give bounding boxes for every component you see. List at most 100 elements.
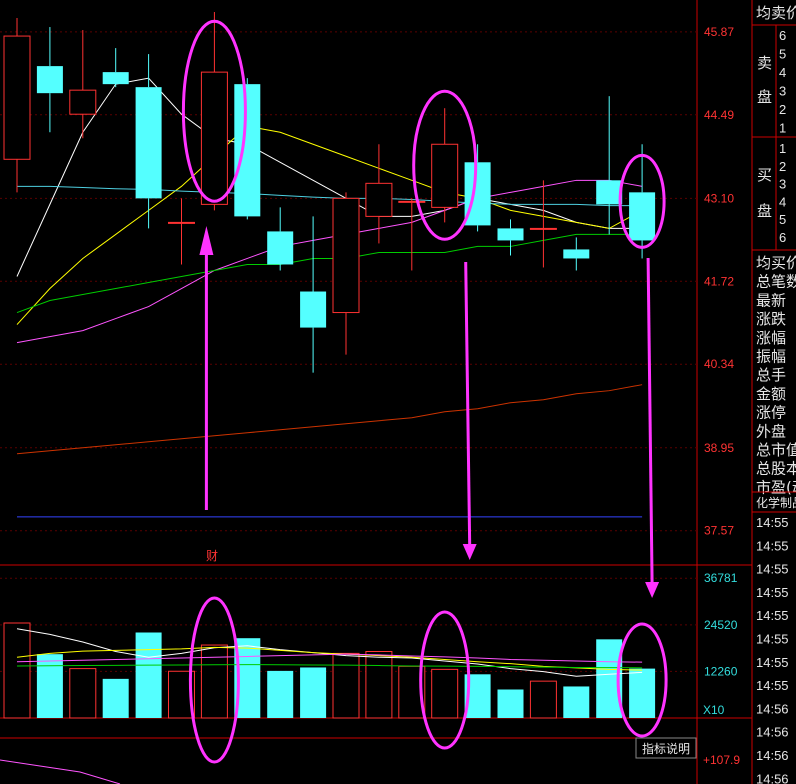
- buy-level: 5: [779, 212, 786, 227]
- volume-unit-label: X10: [703, 703, 725, 717]
- volume-ma-line-vma20: [16, 653, 643, 663]
- candle-body-down: [102, 72, 129, 85]
- tick-time: 14:56: [756, 748, 789, 763]
- candle: [596, 96, 623, 235]
- candle: [102, 48, 129, 88]
- sell-level: 6: [779, 28, 786, 43]
- volume-bar-down: [563, 686, 590, 718]
- candle-body-up: [69, 89, 97, 115]
- stat-label: 总市值: [756, 441, 796, 459]
- up-arrow-head: [199, 226, 214, 255]
- ma-line-ma5: [16, 77, 643, 277]
- volume-bar-down: [629, 668, 656, 718]
- down-arrow-shaft: [646, 257, 654, 585]
- candle-body-down: [596, 180, 623, 205]
- candle: [69, 30, 97, 139]
- ma-line-ma60: [16, 384, 643, 455]
- price-tick-label: 40.34: [704, 357, 734, 371]
- tick-time: 14:56: [756, 725, 789, 740]
- price-y-ticks: 45.87 44.49 43.10 41.72 40.34 38.95 37.57: [704, 25, 734, 538]
- candle: [464, 144, 491, 232]
- candle: [3, 18, 31, 193]
- candle: [200, 12, 228, 211]
- price-tick-label: 38.95: [704, 441, 734, 455]
- buy-level: 4: [779, 194, 786, 209]
- volume-bar-down: [300, 667, 327, 718]
- stat-label: 涨停: [756, 404, 786, 422]
- candle-body-down: [563, 249, 590, 259]
- volume-bar-up: [69, 668, 97, 719]
- industry-label: 化学制品: [756, 495, 796, 510]
- tick-time: 14:55: [756, 632, 789, 647]
- candle: [36, 27, 63, 133]
- stat-label: 金额: [756, 385, 786, 403]
- volume-bar-up: [3, 622, 31, 719]
- event-marker-cai: 财: [206, 549, 218, 563]
- candle-body-down: [629, 192, 656, 241]
- chart-canvas: 45.8744.4943.1041.7240.3438.9537.57 财 36…: [0, 0, 796, 784]
- buy-level: 2: [779, 159, 786, 174]
- volume-y-ticks: 36781 24520 12260: [704, 571, 738, 678]
- moving-average-lines: [16, 77, 643, 518]
- indicator-value: +107.9: [703, 753, 740, 767]
- candle: [563, 237, 590, 271]
- tick-time: 14:55: [756, 538, 789, 553]
- volume-bars: [3, 622, 656, 719]
- price-tick-label: 41.72: [704, 274, 734, 288]
- candle: [529, 180, 557, 268]
- stat-label: 外盘: [756, 422, 786, 440]
- stat-label: 总股本: [756, 460, 796, 478]
- buy-label-1: 买: [757, 166, 772, 184]
- tick-time: 14:56: [756, 771, 789, 784]
- candle-body-down: [36, 66, 63, 94]
- volume-ma-lines: [16, 628, 643, 677]
- candle-body-down: [497, 228, 524, 241]
- tick-time: 14:55: [756, 585, 789, 600]
- sell-levels: 6 5 4 3 2 1: [779, 28, 786, 136]
- volume-tick-label: 12260: [704, 664, 738, 678]
- tick-time: 14:55: [756, 678, 789, 693]
- candle: [497, 219, 524, 256]
- side-header: 均卖价: [756, 4, 796, 22]
- volume-bar-down: [102, 678, 129, 718]
- price-tick-label: 45.87: [704, 25, 734, 39]
- tick-time: 14:55: [756, 608, 789, 623]
- candle-body-up: [168, 221, 195, 224]
- stat-label: 涨跌: [756, 310, 786, 328]
- buy-levels: 1 2 3 4 5 6: [779, 141, 786, 245]
- indicator-line: [0, 759, 121, 784]
- volume-bar-up: [529, 680, 557, 719]
- candle-body-up: [431, 143, 459, 208]
- buy-level: 3: [779, 177, 786, 192]
- price-tick-label: 37.57: [704, 524, 734, 538]
- volume-bar-up: [365, 651, 393, 719]
- price-tick-label: 43.10: [704, 191, 734, 205]
- volume-bar-up: [431, 668, 459, 719]
- candle: [267, 207, 294, 271]
- candle-body-down: [135, 87, 162, 199]
- candle: [234, 78, 261, 220]
- volume-bar-up: [200, 644, 228, 719]
- indicator-button[interactable]: 指标说明: [635, 737, 697, 759]
- sell-level: 4: [779, 65, 786, 80]
- candle-body-up: [529, 227, 557, 230]
- tick-times: 14:55 14:55 14:55 14:55 14:55 14:55 14:55 14:55…: [756, 515, 789, 784]
- candle-body-down: [300, 291, 327, 328]
- ma-line-ma30: [16, 233, 643, 314]
- candle-body-up: [3, 35, 31, 160]
- candle: [168, 198, 195, 265]
- tick-time: 14:55: [756, 515, 789, 530]
- sell-label-1: 卖: [757, 54, 772, 72]
- indicator-button-label: 指标说明: [642, 741, 690, 756]
- stat-label: 总手: [756, 366, 786, 384]
- sell-level: 5: [779, 47, 786, 62]
- candle-body-down: [267, 231, 294, 265]
- candle: [300, 216, 327, 373]
- candle-body-down: [234, 84, 261, 217]
- volume-bar-up: [332, 652, 360, 719]
- side-panel: 均卖价 卖 盘 6 5 4 3 2 1 买 盘 1 2 3 4 5 6 均买价总笔数最新涨跌涨幅振幅…: [752, 4, 796, 784]
- candle-body-up: [398, 200, 426, 203]
- volume-ma-line-vma5: [16, 628, 643, 677]
- candle: [431, 108, 459, 223]
- sell-level: 2: [779, 102, 786, 117]
